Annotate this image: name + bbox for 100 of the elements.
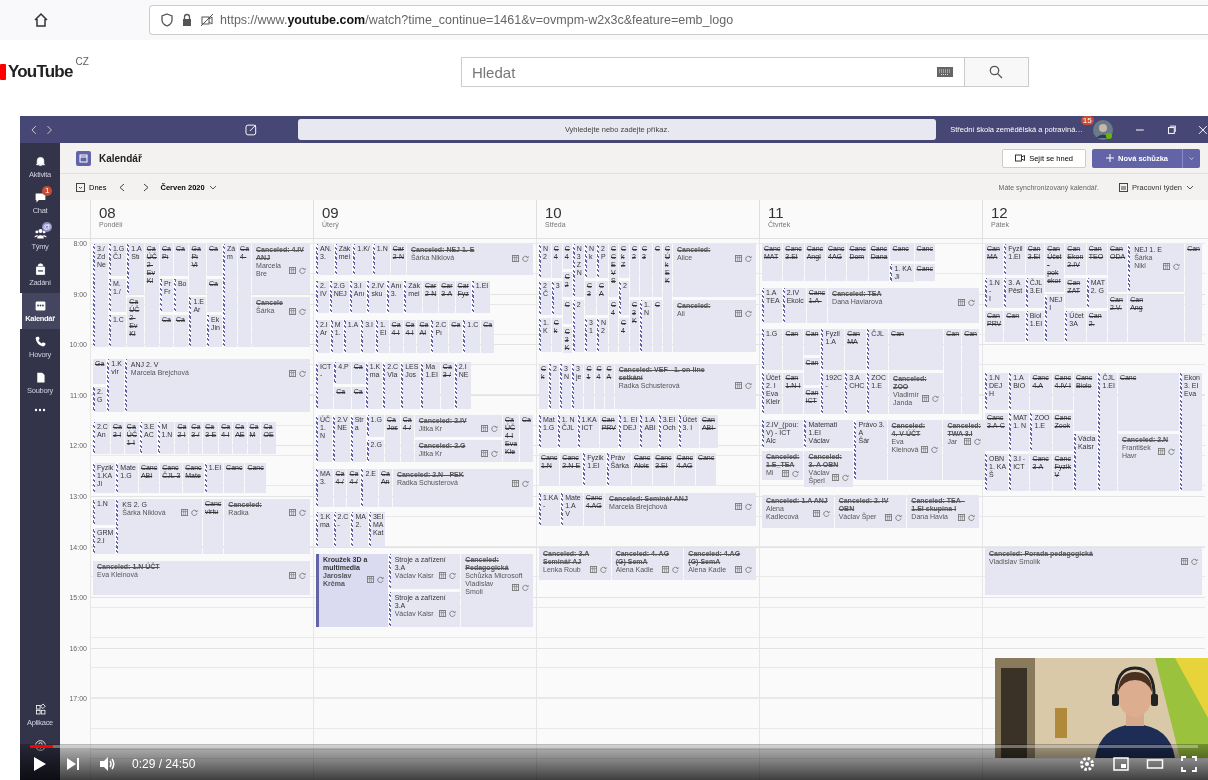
sync-icon <box>1191 558 1198 566</box>
day-number: 10 <box>545 204 563 221</box>
grid-icon <box>958 513 965 521</box>
sync-icon <box>792 469 800 477</box>
grid-icon <box>1158 448 1166 456</box>
phone-icon <box>33 335 47 348</box>
grid-icon <box>832 473 840 481</box>
close-icon[interactable] <box>1198 124 1208 135</box>
grid-icon <box>662 566 670 574</box>
camera-off-icon[interactable] <box>200 13 214 27</box>
sync-icon <box>745 310 752 318</box>
shield-icon[interactable] <box>160 13 174 27</box>
grid-icon <box>735 503 742 511</box>
notification-badge: @ <box>42 222 52 232</box>
fullscreen-button[interactable] <box>1180 755 1198 773</box>
sync-icon <box>599 566 607 574</box>
sync-icon <box>968 298 975 306</box>
grid-icon <box>1181 558 1188 566</box>
grid-icon <box>289 509 296 516</box>
sync-icon <box>522 254 529 262</box>
sync-icon <box>822 509 830 517</box>
notification-badge: 1 <box>42 186 52 196</box>
grid-icon <box>512 584 519 592</box>
grid-icon <box>481 450 488 458</box>
miniplayer-button[interactable] <box>1112 755 1130 773</box>
region-label: CZ <box>75 56 89 67</box>
sync-icon <box>968 513 975 521</box>
home-icon[interactable] <box>33 12 49 28</box>
grid-icon <box>735 382 742 390</box>
grid-icon <box>922 395 930 403</box>
notification-badge: 15 <box>1080 116 1094 125</box>
sync-icon <box>191 509 198 516</box>
progress-bar[interactable] <box>30 745 1198 748</box>
grid-icon <box>735 566 742 574</box>
grid-icon <box>289 571 296 579</box>
sync-icon <box>299 307 306 315</box>
settings-button[interactable] <box>1078 755 1096 773</box>
compose-icon[interactable] <box>245 123 258 136</box>
sync-icon <box>376 576 384 584</box>
lock-icon[interactable] <box>180 13 194 27</box>
grid-icon <box>439 610 447 618</box>
sync-icon <box>745 503 752 511</box>
next-button[interactable] <box>64 755 82 773</box>
dropdown-button[interactable] <box>1182 148 1200 168</box>
maximize-icon[interactable] <box>1166 124 1177 135</box>
sync-icon <box>672 566 680 574</box>
sync-icon <box>1173 262 1181 270</box>
grid-icon <box>735 310 742 318</box>
grid-icon <box>512 479 519 487</box>
time-display: 0:29 / 24:50 <box>132 757 196 771</box>
sync-icon <box>1168 448 1176 456</box>
plus-icon <box>1105 154 1114 162</box>
grid-icon <box>181 509 188 516</box>
day-number: 12 <box>991 204 1009 221</box>
sync-icon <box>745 254 752 262</box>
sync-icon <box>449 572 457 580</box>
avatar-icon[interactable] <box>1092 119 1113 140</box>
sync-icon <box>491 450 498 458</box>
day-number: 09 <box>322 204 340 221</box>
keyboard-icon[interactable] <box>936 67 953 77</box>
bag-icon <box>33 263 47 276</box>
grid-icon <box>289 307 296 315</box>
chevron-right-icon <box>142 182 149 192</box>
sync-icon <box>299 369 306 377</box>
chevron-down-icon <box>208 184 217 190</box>
fullscreen-icon <box>1180 755 1198 773</box>
grid-icon <box>963 438 971 446</box>
day-number: 11 <box>768 204 784 221</box>
volume-button[interactable] <box>98 755 116 773</box>
bell-icon <box>33 155 47 168</box>
sync-icon <box>491 425 498 432</box>
video-camera-icon <box>1015 154 1026 162</box>
grid-icon <box>921 446 929 454</box>
logo-text[interactable]: YouTube <box>8 62 73 82</box>
more-icon[interactable] <box>33 407 47 413</box>
chevron-down-icon <box>1189 155 1194 161</box>
settings-icon <box>1078 755 1096 773</box>
help-icon[interactable] <box>33 739 47 752</box>
chat-icon <box>33 191 47 204</box>
grid-icon <box>1163 262 1171 270</box>
address-bar[interactable]: https://www.youtube.com/watch?time_continue=1461&v=ovmpm-w2x3c&feature=emb_logo <box>149 5 1208 35</box>
grid-icon <box>958 298 965 306</box>
grid-icon <box>366 576 374 584</box>
sync-icon <box>299 571 306 579</box>
grid-icon <box>782 469 790 477</box>
sync-icon <box>745 382 752 390</box>
sync-icon <box>299 509 306 516</box>
sync-icon <box>973 438 981 446</box>
sync-icon <box>842 473 850 481</box>
chevron-left-icon <box>118 182 125 192</box>
chevron-down-icon <box>1186 184 1194 190</box>
sync-icon <box>449 610 457 618</box>
search-field[interactable]: Hledat <box>460 57 965 87</box>
page-title: Kalendář <box>99 152 142 164</box>
grid-icon <box>481 425 488 432</box>
grid-icon <box>812 509 820 517</box>
sync-icon <box>522 479 529 487</box>
volume-icon <box>98 755 116 773</box>
search-icon <box>989 65 1004 79</box>
miniplayer-icon <box>1112 755 1130 773</box>
